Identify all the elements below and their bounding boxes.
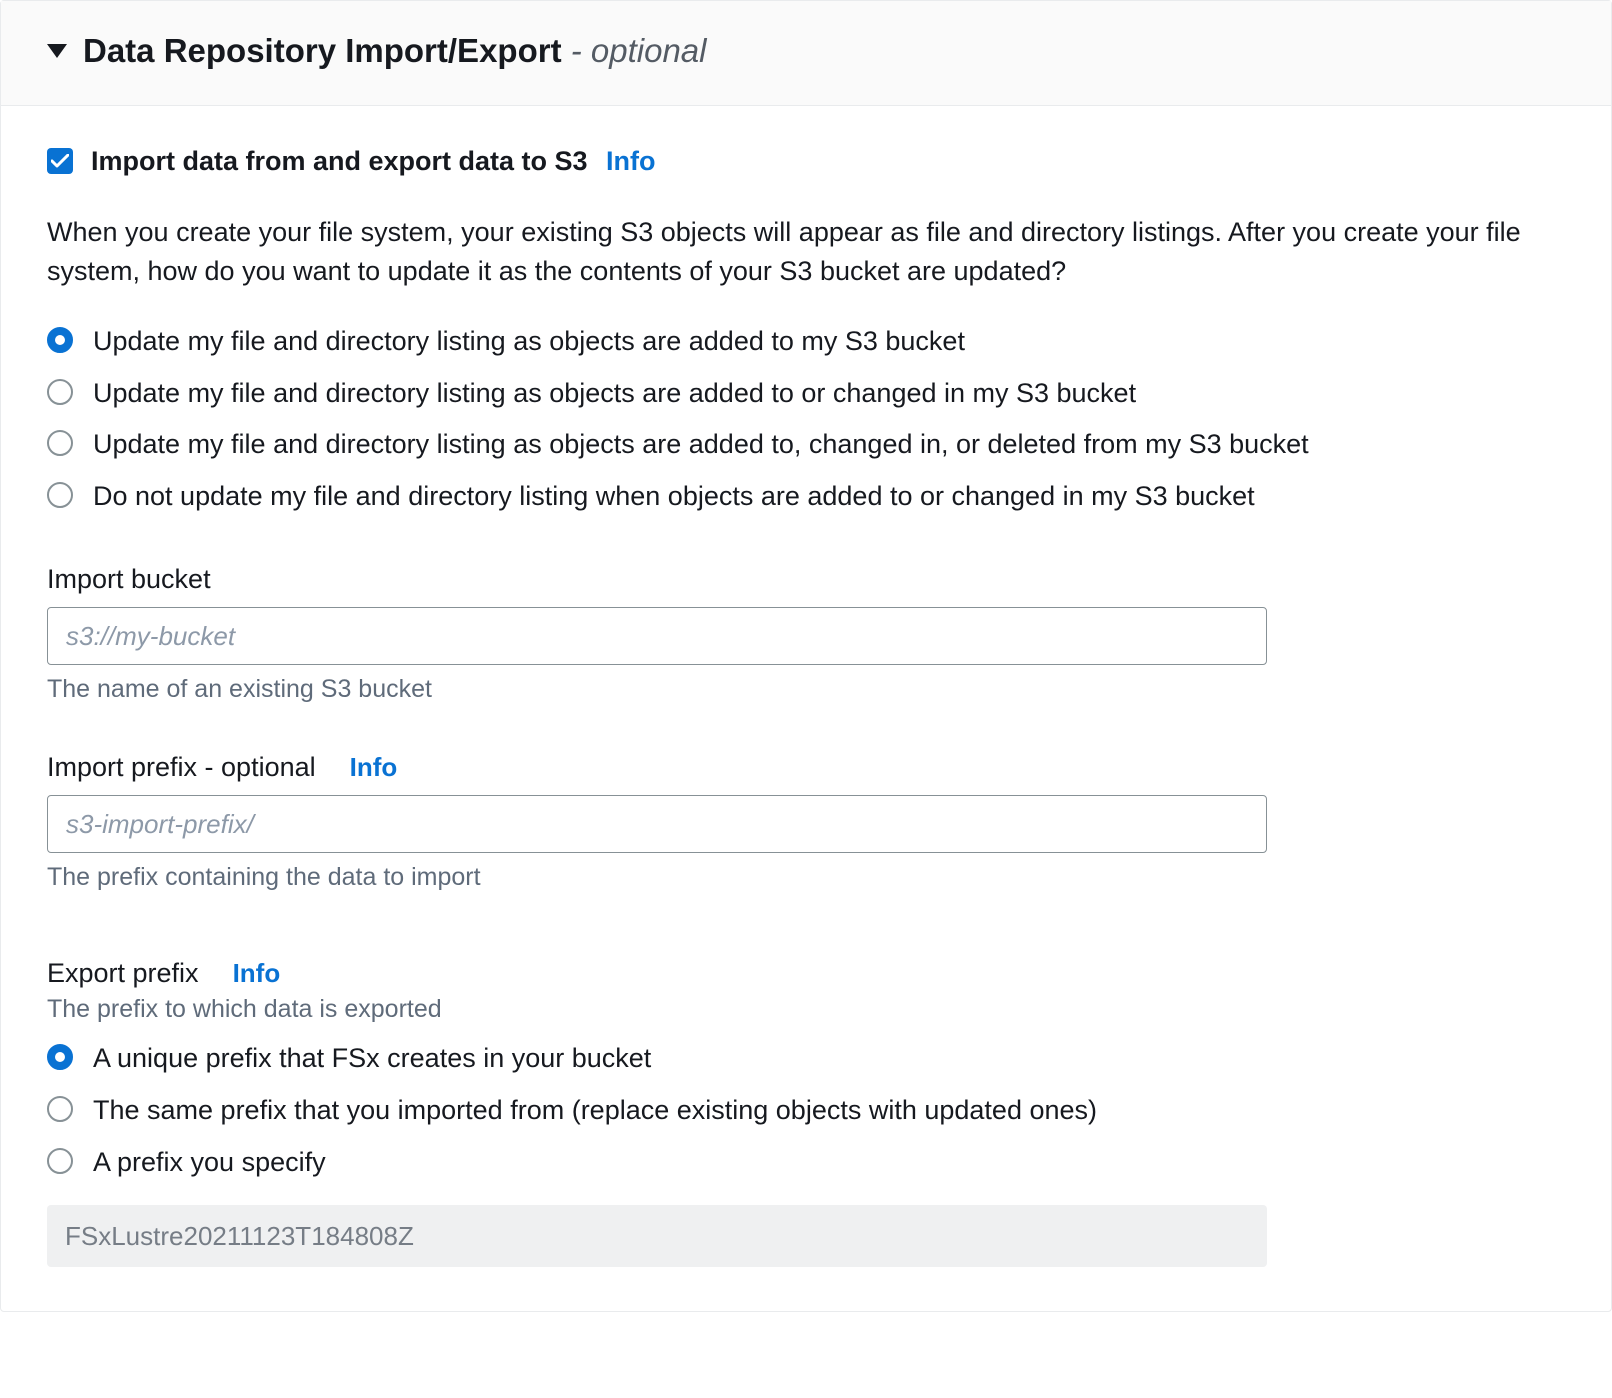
radio-export-custom[interactable] (47, 1148, 73, 1174)
export-prefix-info-link[interactable]: Info (233, 958, 281, 989)
import-export-checkbox[interactable] (47, 148, 73, 174)
update-option-added: Update my file and directory listing as … (47, 323, 1565, 361)
collapse-toggle-icon[interactable] (47, 44, 67, 58)
export-prefix-label-row: Export prefix Info (47, 958, 1565, 989)
panel-title-main: Data Repository Import/Export (83, 32, 571, 69)
radio-label: The same prefix that you imported from (… (93, 1092, 1097, 1130)
panel-title-optional: - optional (571, 32, 707, 69)
update-option-added-changed: Update my file and directory listing as … (47, 375, 1565, 413)
import-bucket-field: Import bucket The name of an existing S3… (47, 564, 1565, 704)
update-option-none: Do not update my file and directory list… (47, 478, 1565, 516)
export-option-custom: A prefix you specify (47, 1144, 1565, 1182)
import-prefix-input[interactable] (47, 795, 1267, 853)
radio-update-added-changed-deleted[interactable] (47, 430, 73, 456)
export-prefix-radio-group: A unique prefix that FSx creates in your… (47, 1040, 1565, 1181)
export-prefix-label: Export prefix (47, 958, 199, 989)
radio-label: Update my file and directory listing as … (93, 375, 1136, 413)
panel-body: Import data from and export data to S3 I… (1, 106, 1611, 1312)
radio-update-none[interactable] (47, 482, 73, 508)
import-bucket-input[interactable] (47, 607, 1267, 665)
panel-title: Data Repository Import/Export - optional (83, 31, 707, 71)
import-export-checkbox-label: Import data from and export data to S3 I… (91, 146, 656, 177)
data-repo-panel: Data Repository Import/Export - optional… (0, 0, 1612, 1312)
checkbox-label-text: Import data from and export data to S3 (91, 146, 588, 176)
export-prefix-help: The prefix to which data is exported (47, 995, 1565, 1024)
export-option-unique: A unique prefix that FSx creates in your… (47, 1040, 1565, 1078)
panel-header: Data Repository Import/Export - optional (1, 1, 1611, 106)
import-export-info-link[interactable]: Info (606, 146, 655, 176)
radio-label: Update my file and directory listing as … (93, 426, 1309, 464)
update-option-added-changed-deleted: Update my file and directory listing as … (47, 426, 1565, 464)
import-prefix-field: Import prefix - optional Info The prefix… (47, 752, 1565, 892)
import-bucket-label: Import bucket (47, 564, 1565, 595)
export-prefix-field: Export prefix Info The prefix to which d… (47, 958, 1565, 1267)
check-icon (51, 154, 69, 168)
radio-label: A unique prefix that FSx creates in your… (93, 1040, 651, 1078)
import-prefix-help: The prefix containing the data to import (47, 863, 1565, 892)
update-description: When you create your file system, your e… (47, 213, 1565, 291)
radio-update-added[interactable] (47, 327, 73, 353)
radio-label: Update my file and directory listing as … (93, 323, 965, 361)
radio-label: A prefix you specify (93, 1144, 326, 1182)
import-prefix-label: Import prefix - optional (47, 752, 316, 783)
import-prefix-label-row: Import prefix - optional Info (47, 752, 1565, 783)
export-prefix-input (47, 1205, 1267, 1267)
radio-export-same[interactable] (47, 1096, 73, 1122)
import-prefix-info-link[interactable]: Info (350, 752, 398, 783)
radio-update-added-changed[interactable] (47, 379, 73, 405)
export-option-same: The same prefix that you imported from (… (47, 1092, 1565, 1130)
update-policy-radio-group: Update my file and directory listing as … (47, 323, 1565, 516)
radio-export-unique[interactable] (47, 1044, 73, 1070)
radio-label: Do not update my file and directory list… (93, 478, 1255, 516)
import-export-checkbox-row: Import data from and export data to S3 I… (47, 146, 1565, 177)
import-bucket-help: The name of an existing S3 bucket (47, 675, 1565, 704)
